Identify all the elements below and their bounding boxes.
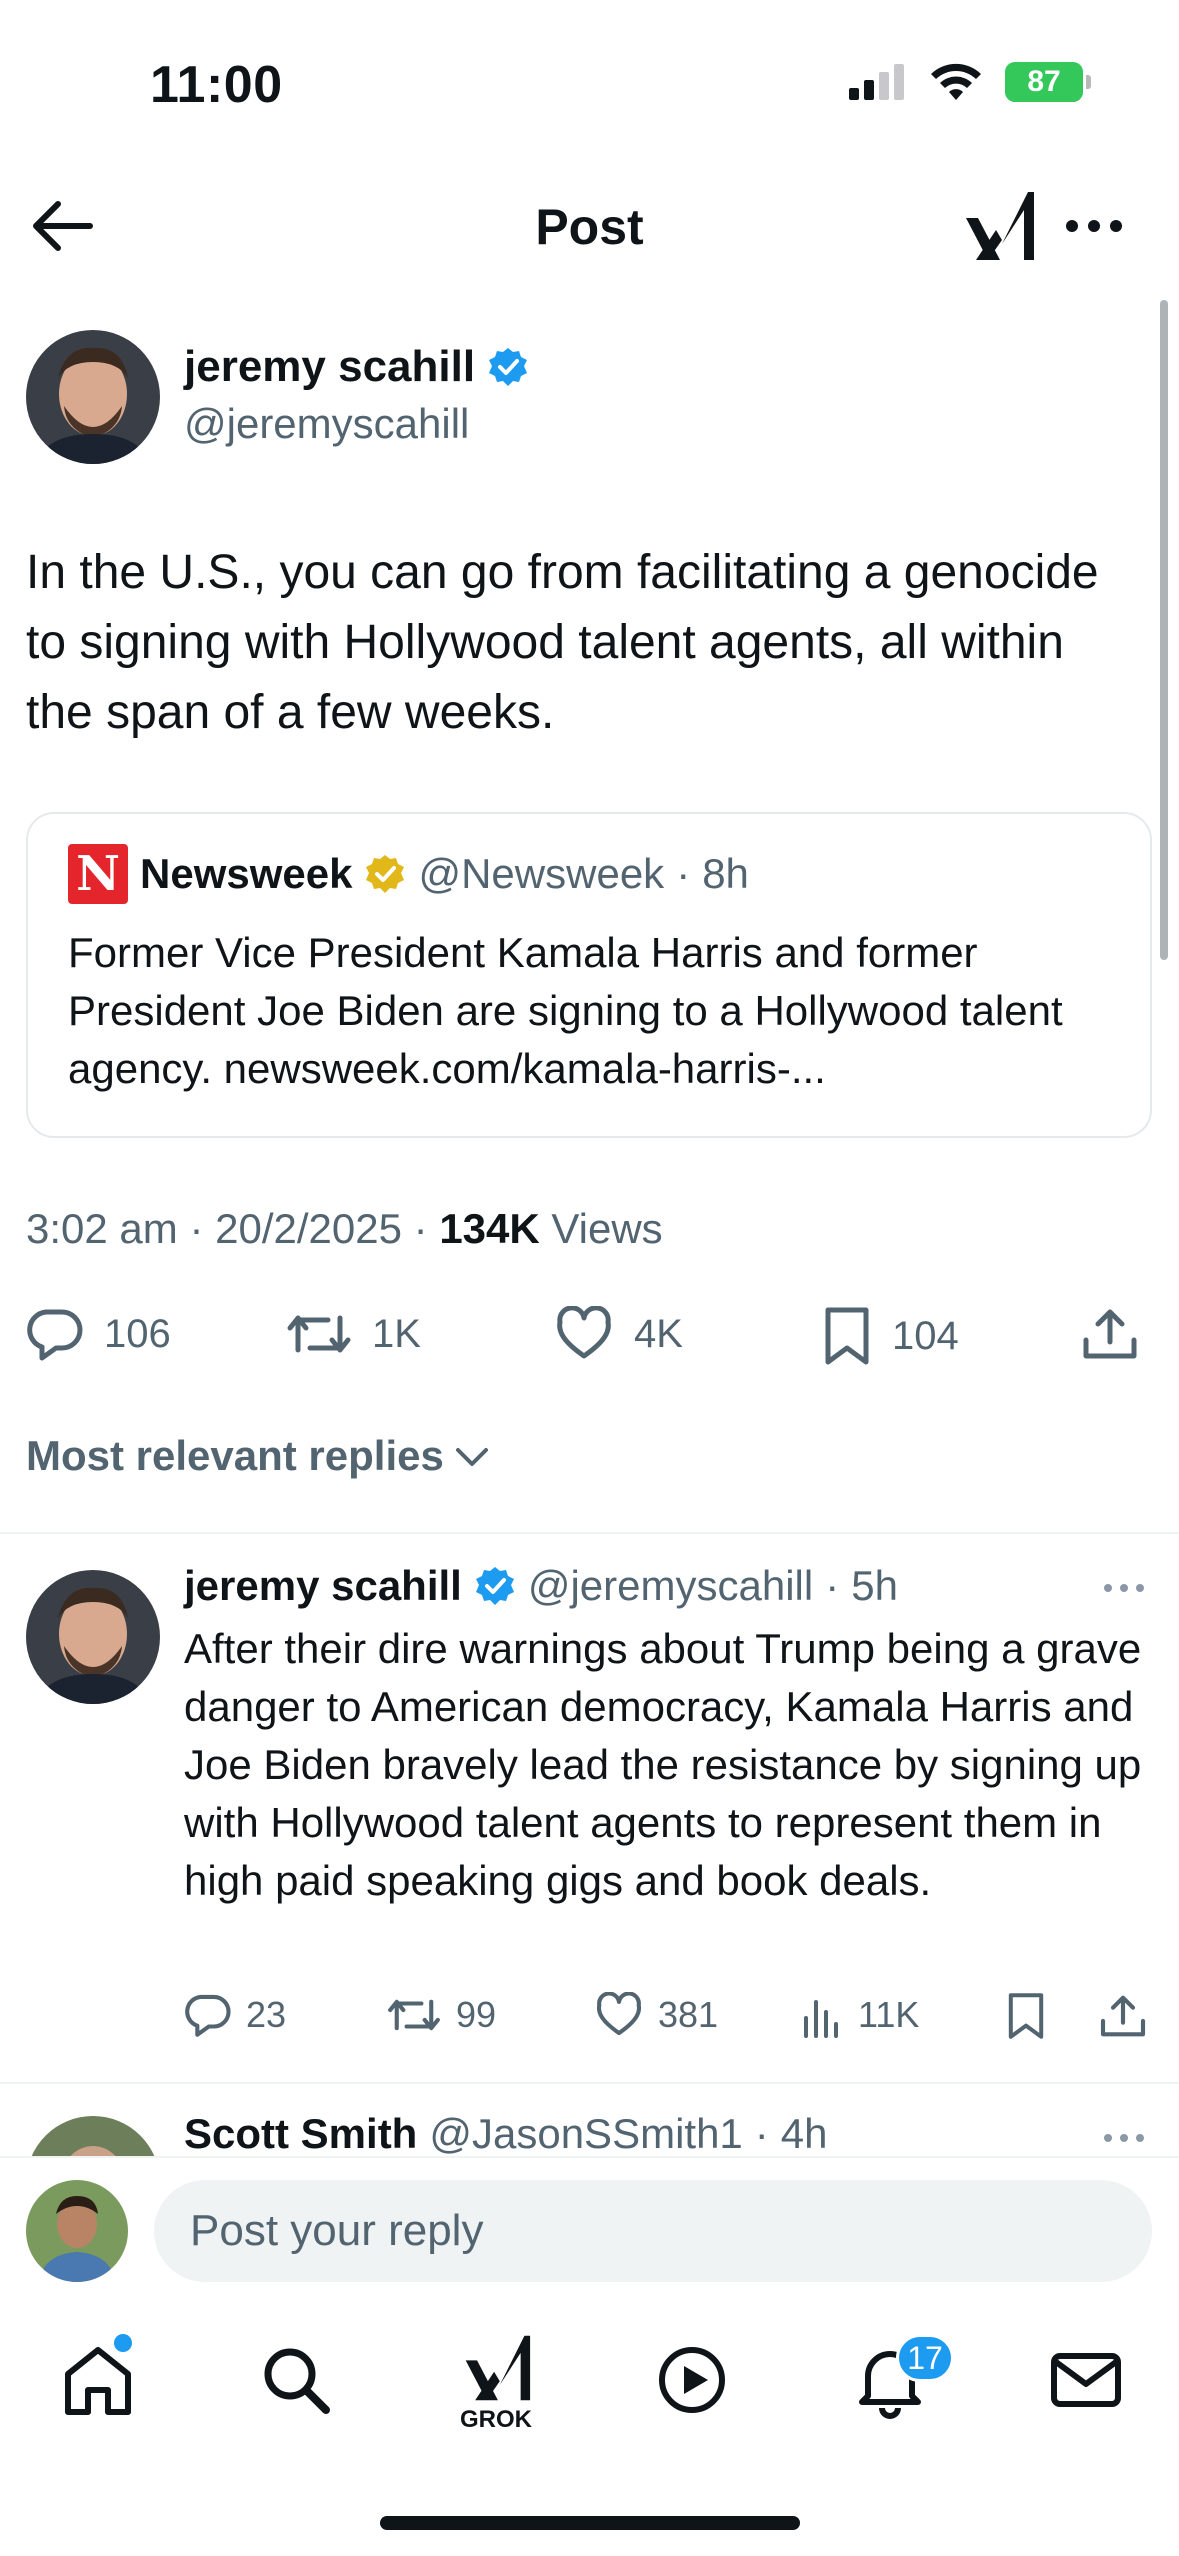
author-handle[interactable]: @jeremyscahill: [184, 400, 469, 448]
bookmark-icon[interactable]: [1006, 1992, 1046, 2040]
reply-time: 4h: [780, 2110, 828, 2157]
post-date: 20/2/2025: [215, 1205, 402, 1252]
home-notification-dot: [114, 2334, 132, 2352]
like-count: 381: [658, 1994, 719, 2035]
repost-icon: [287, 1315, 351, 1353]
status-time: 11:00: [150, 56, 283, 114]
like-button[interactable]: 381: [594, 1992, 718, 2038]
share-icon[interactable]: [1080, 1306, 1140, 1362]
repost-count: 1K: [372, 1311, 421, 1356]
search-icon[interactable]: [256, 2340, 336, 2420]
reply-handle[interactable]: @jeremyscahill: [528, 1562, 813, 1610]
video-play-icon[interactable]: [652, 2340, 732, 2420]
bookmark-count: 104: [892, 1313, 959, 1358]
reply-placeholder: Post your reply: [190, 2206, 484, 2255]
more-options-icon[interactable]: [1102, 2126, 1146, 2150]
grok-icon: [465, 2335, 531, 2401]
views-count: 11K: [858, 1994, 920, 2035]
post-meta: 3:02 am · 20/2/2025 · 134K Views: [26, 1205, 663, 1253]
repost-icon: [388, 1999, 440, 2031]
repost-button[interactable]: 1K: [286, 1306, 421, 1362]
cellular-signal-icon: [849, 64, 904, 100]
gold-verified-badge-icon: [366, 855, 405, 893]
separator-dot: ·: [825, 1562, 840, 1609]
like-button[interactable]: 4K: [554, 1306, 683, 1362]
replies-sort-label: Most relevant replies: [26, 1432, 444, 1479]
newsweek-logo: N: [68, 844, 128, 904]
quote-text: Former Vice President Kamala Harris and …: [68, 929, 1063, 1092]
divider: [0, 1532, 1179, 1534]
reply-count: 23: [246, 1994, 287, 2035]
separator-dot: ·: [676, 850, 691, 897]
heart-icon: [596, 1992, 642, 2036]
grok-label: GROK: [460, 2406, 532, 2433]
grok-icon[interactable]: [962, 188, 1034, 264]
battery-indicator: 87: [1005, 62, 1091, 102]
separator-dot: ·: [754, 2110, 769, 2157]
like-count: 4K: [634, 1311, 683, 1356]
bookmark-icon: [825, 1307, 869, 1365]
reply-handle[interactable]: @JasonSSmith1: [429, 2110, 742, 2158]
notifications-badge: 17: [896, 2334, 954, 2382]
quote-handle: @Newsweek: [418, 850, 665, 897]
reply-author-name[interactable]: jeremy scahill: [184, 1562, 462, 1610]
views-count: 134K: [439, 1205, 540, 1252]
post-text: In the U.S., you can go from facilitatin…: [26, 546, 1099, 739]
avatar[interactable]: [26, 1570, 160, 1704]
reply-header: Scott Smith @JasonSSmith1 · 4h: [184, 2110, 828, 2158]
home-indicator: [380, 2516, 800, 2530]
post-time: 3:02 am: [26, 1205, 178, 1252]
separator-dot: ·: [413, 1205, 428, 1252]
reply-icon: [185, 1994, 231, 2037]
reply-input[interactable]: Post your reply: [154, 2180, 1152, 2282]
reply-author-name[interactable]: Scott Smith: [184, 2110, 417, 2158]
separator-dot: ·: [189, 1205, 204, 1252]
divider: [0, 2082, 1179, 2084]
quote-header: N Newsweek @Newsweek · 8h: [68, 844, 749, 904]
replies-sort-dropdown[interactable]: Most relevant replies: [26, 1432, 490, 1480]
quoted-post-card[interactable]: N Newsweek @Newsweek · 8h Former Vice Pr…: [26, 812, 1152, 1138]
my-avatar[interactable]: [26, 2180, 128, 2282]
scrollbar[interactable]: [1160, 300, 1168, 960]
quote-author-name: Newsweek: [140, 850, 353, 897]
views-label: Views: [551, 1205, 663, 1252]
quote-time: 8h: [702, 850, 749, 897]
author-name: jeremy scahill: [184, 342, 476, 391]
home-icon[interactable]: [58, 2340, 138, 2420]
tab-grok[interactable]: GROK: [452, 2332, 540, 2433]
share-icon[interactable]: [1098, 1992, 1148, 2040]
chevron-down-icon: [455, 1448, 488, 1466]
battery-level: 87: [1027, 65, 1061, 98]
reply-count: 106: [104, 1311, 171, 1356]
avatar[interactable]: [26, 330, 160, 464]
reply-header: jeremy scahill @jeremyscahill · 5h: [184, 1562, 898, 1610]
reply-text: After their dire warnings about Trump be…: [184, 1625, 1142, 1904]
repost-count: 99: [456, 1994, 497, 2035]
status-icons: 87: [849, 62, 1091, 102]
post-author[interactable]: jeremy scahill: [184, 342, 529, 392]
bookmark-button[interactable]: 104: [822, 1306, 959, 1366]
reply-button[interactable]: 106: [26, 1306, 171, 1362]
more-options-icon[interactable]: [1102, 1576, 1146, 1600]
reply-time: 5h: [851, 1562, 898, 1609]
views-button[interactable]: 11K: [800, 1992, 919, 2038]
repost-button[interactable]: 99: [386, 1992, 496, 2038]
reply-button[interactable]: 23: [184, 1992, 286, 2038]
analytics-icon: [804, 2000, 838, 2038]
messages-mail-icon[interactable]: [1046, 2340, 1126, 2420]
reply-icon: [27, 1309, 83, 1361]
heart-icon: [557, 1306, 611, 1359]
more-options-icon[interactable]: [1062, 208, 1126, 244]
verified-badge-icon: [489, 348, 528, 386]
wifi-icon: [931, 63, 981, 100]
verified-badge-icon: [475, 1567, 514, 1605]
